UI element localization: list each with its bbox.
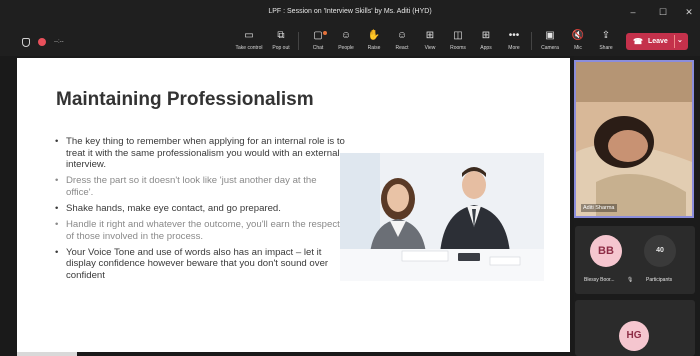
ellipsis-icon: •••	[508, 30, 520, 41]
mic-muted-icon: 🎙	[627, 277, 634, 283]
pop-out-icon: ⧉	[277, 30, 285, 41]
take-control-button[interactable]: ▭ Take control	[232, 29, 266, 51]
bullet-item: Handle it right and whatever the outcome…	[55, 219, 345, 242]
close-icon[interactable]: ✕	[680, 5, 698, 19]
avatar[interactable]: BB	[590, 235, 622, 267]
meeting-toolbar: --:-- ▭ Take control ⧉ Pop out ▢ Chat ☺ …	[0, 26, 700, 56]
leave-button[interactable]: ☎ Leave ⌄	[626, 33, 688, 50]
slide-bullet-list: The key thing to remember when applying …	[55, 136, 345, 286]
share-icon: ⇪	[601, 30, 611, 41]
meeting-info: --:--	[22, 36, 64, 48]
meeting-timer: --:--	[54, 39, 64, 45]
more-label: More	[508, 45, 520, 51]
slide-controls-strip[interactable]	[17, 352, 77, 356]
chevron-down-icon[interactable]: ⌄	[677, 36, 683, 44]
video-frame	[576, 62, 692, 216]
business-people-photo	[340, 153, 544, 281]
bullet-item: Dress the part so it doesn't look like '…	[55, 175, 345, 198]
more-button[interactable]: ••• More	[497, 29, 531, 51]
toolbar-divider	[531, 32, 532, 50]
take-control-icon: ▭	[244, 30, 254, 41]
pop-out-button[interactable]: ⧉ Pop out	[264, 29, 298, 51]
recording-icon	[38, 38, 46, 46]
teams-meeting-window: LPF : Session on 'Interview Skills' by M…	[0, 0, 700, 356]
participant-name: Aditi Sharma	[581, 204, 617, 212]
title-bar: LPF : Session on 'Interview Skills' by M…	[0, 0, 700, 26]
take-control-label: Take control	[235, 45, 263, 51]
participant-tile: HG	[575, 300, 695, 356]
share-button[interactable]: ⇪ Share	[589, 29, 623, 51]
maximize-icon[interactable]: ☐	[654, 5, 672, 19]
toolbar-divider	[298, 32, 299, 50]
slide-title: Maintaining Professionalism	[56, 89, 314, 110]
shield-icon[interactable]	[22, 37, 30, 47]
chat-notification-badge	[323, 31, 327, 35]
share-label: Share	[599, 45, 613, 51]
bullet-item: Shake hands, make eye contact, and go pr…	[55, 203, 345, 215]
avatar[interactable]: HG	[619, 321, 649, 351]
participant-count-badge[interactable]: 40	[644, 235, 676, 267]
minimize-icon[interactable]: –	[624, 5, 642, 19]
participants-label: Participants	[646, 277, 673, 283]
phone-icon: ☎	[633, 37, 643, 46]
participant-video[interactable]: Aditi Sharma	[574, 60, 694, 218]
shared-slide: Maintaining Professionalism The key thin…	[17, 58, 570, 352]
leave-label: Leave	[647, 38, 668, 45]
bullet-item: The key thing to remember when applying …	[55, 136, 345, 171]
participant-tiles: BB 40 Blessy Boor... 🎙 Participants	[575, 226, 695, 294]
leave-divider	[674, 35, 675, 48]
participant-name: Blessy Boor...	[584, 277, 615, 283]
window-title: LPF : Session on 'Interview Skills' by M…	[268, 8, 432, 15]
bullet-item: Your Voice Tone and use of words also ha…	[55, 247, 345, 282]
pop-out-label: Pop out	[272, 45, 290, 51]
